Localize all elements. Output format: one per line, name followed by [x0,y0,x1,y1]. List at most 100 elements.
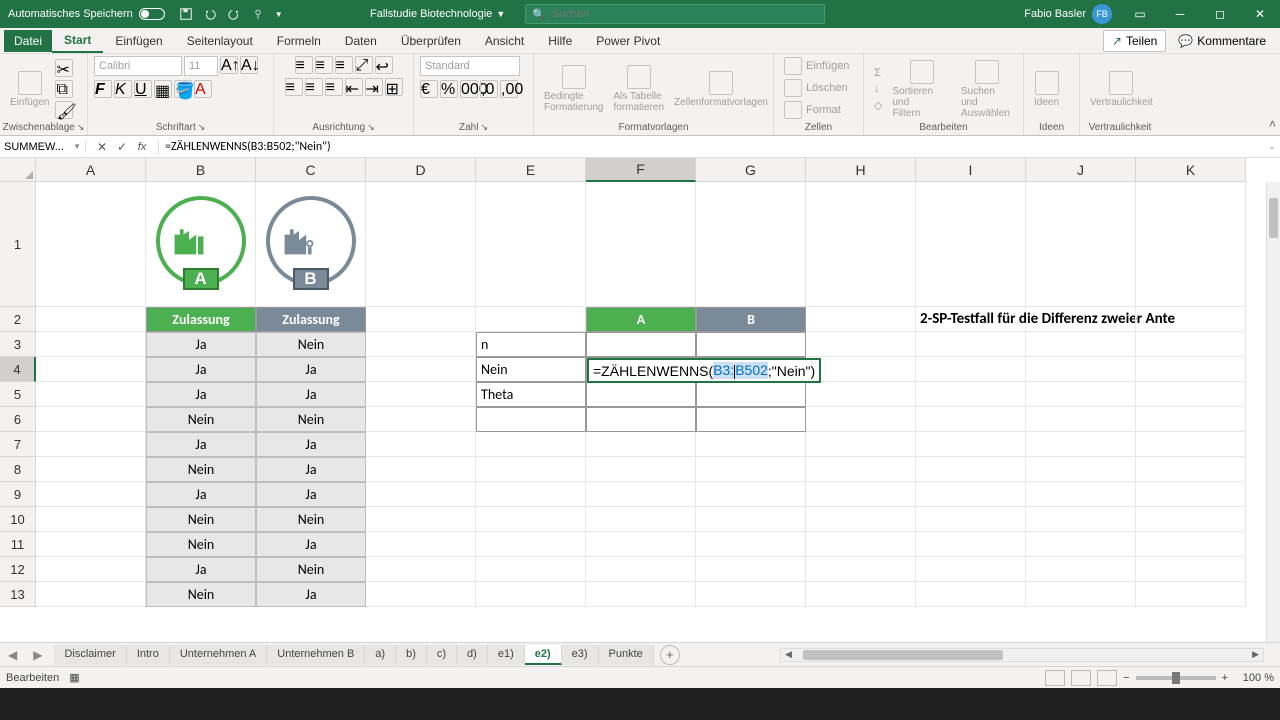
cell-A6[interactable] [36,407,146,432]
sheet-tab-a[interactable]: a) [365,645,396,665]
align-right-icon[interactable]: ≡ [325,78,343,96]
cell-F11[interactable] [586,532,696,557]
dialog-launcher-icon[interactable]: ↘ [77,122,85,133]
cell-E10[interactable] [476,507,586,532]
data-b-12[interactable]: Ja [146,557,256,582]
sheet-tab-e3[interactable]: e3) [562,645,599,665]
cell-D5[interactable] [366,382,476,407]
align-center-icon[interactable]: ≡ [305,78,323,96]
row-header-5[interactable]: 5 [0,382,36,407]
cell-row9[interactable] [916,482,1026,507]
stats-a-3[interactable] [586,407,696,432]
row-header-11[interactable]: 11 [0,532,36,557]
collapse-ribbon-icon[interactable]: ˄ [1269,117,1276,131]
horizontal-scrollbar[interactable]: ◀ ▶ [780,648,1264,662]
add-sheet-button[interactable]: + [660,645,680,665]
share-button[interactable]: ↗ Teilen [1103,30,1166,52]
autosave-toggle[interactable]: Automatisches Speichern [0,8,173,20]
cell-E11[interactable] [476,532,586,557]
tab-pagelayout[interactable]: Seitenlayout [175,30,265,52]
cell-row8[interactable] [806,457,916,482]
cell-row4[interactable] [916,357,1026,382]
cell-row13[interactable] [1136,582,1246,607]
paste-button[interactable]: Einfügen [6,71,53,108]
font-name-select[interactable]: Calibri [94,56,182,76]
cell-row12[interactable] [916,557,1026,582]
scrollbar-thumb[interactable] [803,650,1003,660]
col-header-F[interactable]: F [586,158,696,182]
cell-A8[interactable] [36,457,146,482]
cell-row5[interactable] [806,382,916,407]
formula-input[interactable]: =ZÄHLENWENNS(B3:B502;"Nein") [159,140,1264,154]
row-header-13[interactable]: 13 [0,582,36,607]
cell-A12[interactable] [36,557,146,582]
stats-label-0[interactable]: n [476,332,586,357]
data-b-7[interactable]: Ja [146,432,256,457]
sheet-tab-UnternehmenB[interactable]: Unternehmen B [267,645,365,665]
taskbar-word[interactable]: W [194,690,228,718]
row-header-1[interactable]: 1 [0,182,36,307]
format-painter-icon[interactable]: 🖌 [55,101,73,119]
cell-A5[interactable] [36,382,146,407]
cell-E8[interactable] [476,457,586,482]
search-box[interactable]: 🔍 [525,4,825,24]
cell-editor[interactable]: =ZÄHLENWENNS(B3:B502;"Nein") [587,358,821,383]
delete-cells-button[interactable]: Löschen [780,78,852,98]
toggle-switch[interactable] [139,8,165,20]
data-c-7[interactable]: Ja [256,432,366,457]
data-c-11[interactable]: Ja [256,532,366,557]
fill-button[interactable]: ↓ [870,82,886,96]
row-header-12[interactable]: 12 [0,557,36,582]
data-b-13[interactable]: Nein [146,582,256,607]
cell-G8[interactable] [696,457,806,482]
sheet-tab-b[interactable]: b) [396,645,427,665]
stats-label-3[interactable] [476,407,586,432]
cell-H2[interactable] [806,307,916,332]
find-select-button[interactable]: Suchen und Auswählen [957,60,1017,119]
cell-A7[interactable] [36,432,146,457]
stats-b-3[interactable] [696,407,806,432]
cell-D13[interactable] [366,582,476,607]
data-b-11[interactable]: Nein [146,532,256,557]
cell-row3[interactable] [1136,332,1246,357]
macro-record-icon[interactable]: ▦ [69,671,79,684]
page-title[interactable]: 2-SP-Testfall für die Differenz zweier A… [916,307,1026,332]
zoom-level[interactable]: 100 % [1234,672,1274,684]
vertical-scrollbar[interactable] [1266,182,1280,642]
cell-row12[interactable] [1026,557,1136,582]
cell-row1[interactable] [586,182,696,307]
row-header-7[interactable]: 7 [0,432,36,457]
insert-cells-button[interactable]: Einfügen [780,56,853,76]
cell-styles-button[interactable]: Zellenformatvorlagen [670,71,772,108]
col-header-A[interactable]: A [36,158,146,182]
sheet-tab-c[interactable]: c) [427,645,457,665]
cell-A4[interactable] [36,357,146,382]
cell-row8[interactable] [916,457,1026,482]
stats-header-b[interactable]: B [696,307,806,332]
clear-button[interactable]: ◇ [870,98,886,113]
cell-row12[interactable] [1136,557,1246,582]
tab-data[interactable]: Daten [333,30,389,52]
zoom-slider[interactable] [1136,676,1216,680]
wrap-text-icon[interactable]: ↩ [375,56,393,74]
row-header-3[interactable]: 3 [0,332,36,357]
minimize-button[interactable]: ─ [1160,0,1200,28]
cell-row7[interactable] [806,432,916,457]
cell-row1[interactable] [806,182,916,307]
cell-row13[interactable] [806,582,916,607]
indent-decrease-icon[interactable]: ⇤ [345,78,363,96]
row-header-6[interactable]: 6 [0,407,36,432]
header-zulassung-a[interactable]: Zulassung [146,307,256,332]
cell-K2[interactable] [1136,307,1246,332]
scrollbar-thumb[interactable] [1269,198,1278,238]
ideas-button[interactable]: Ideen [1030,71,1063,108]
cell-row4[interactable] [1136,357,1246,382]
thousands-icon[interactable]: 000 [460,80,478,98]
view-pagebreak-icon[interactable] [1097,670,1117,686]
cell-row1[interactable] [1136,182,1246,307]
enter-formula-button[interactable]: ✓ [114,139,130,155]
cell-row9[interactable] [1136,482,1246,507]
cell-row6[interactable] [1026,407,1136,432]
cell-row11[interactable] [1026,532,1136,557]
cell-A13[interactable] [36,582,146,607]
